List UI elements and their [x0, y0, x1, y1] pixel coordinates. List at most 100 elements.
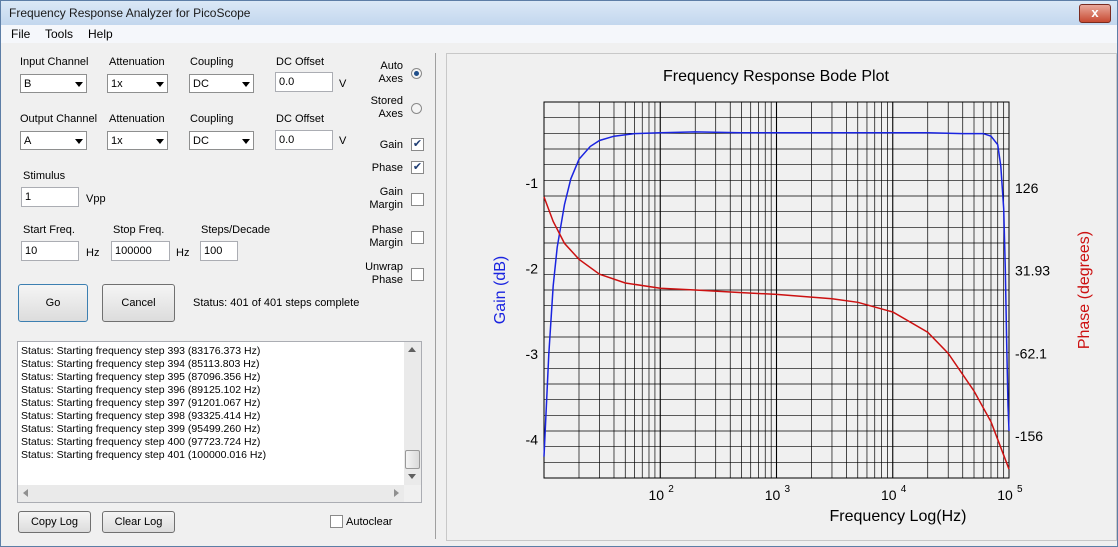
output-offset-label: DC Offset — [276, 113, 325, 125]
start-freq-field[interactable]: 10 — [21, 241, 79, 261]
scroll-left-icon[interactable] — [23, 489, 28, 497]
output-coupling-value: DC — [193, 135, 209, 147]
log-vertical-scrollbar[interactable] — [404, 342, 421, 485]
x-axis-label: Frequency Log(Hz) — [830, 508, 967, 525]
log-line: Status: Starting frequency step 395 (870… — [21, 371, 261, 383]
stimulus-label: Stimulus — [23, 170, 66, 182]
chevron-down-icon — [75, 82, 83, 87]
gain-tick-label: -1 — [526, 175, 539, 191]
phase-margin-label-1: Phase — [371, 224, 403, 236]
phase-checkbox[interactable]: ✔ — [411, 161, 424, 174]
input-offset-field[interactable]: 0.0 — [275, 72, 333, 92]
gain-axis-label: Gain (dB) — [492, 256, 509, 324]
log-line: Status: Starting frequency step 393 (831… — [21, 345, 261, 357]
output-offset-field[interactable]: 0.0 — [275, 130, 333, 150]
scroll-right-icon[interactable] — [394, 489, 399, 497]
menu-bar: File Tools Help — [1, 25, 1117, 43]
gain-margin-label-2: Margin — [369, 199, 403, 211]
input-atten-value: 1x — [111, 78, 123, 90]
gain-tick-label: -2 — [526, 261, 539, 277]
cancel-button[interactable]: Cancel — [102, 284, 175, 322]
status-text: Status: 401 of 401 steps complete — [193, 297, 360, 309]
chart-title: Frequency Response Bode Plot — [663, 68, 889, 85]
auto-axes-label-1: Auto — [380, 60, 403, 72]
copy-log-button[interactable]: Copy Log — [18, 511, 91, 533]
steps-field[interactable]: 100 — [200, 241, 238, 261]
phase-tick-label: -62.1 — [1015, 345, 1047, 361]
output-atten-label: Attenuation — [109, 113, 165, 125]
phase-tick-label: 126 — [1015, 180, 1039, 196]
output-channel-select[interactable]: A — [20, 131, 87, 150]
stop-freq-unit: Hz — [176, 247, 190, 259]
autoclear-checkbox[interactable] — [330, 515, 343, 528]
plot-ticks: -1 -2 -3 -4 126 31.93 -62.1 -156 10 2 10 3 10 4 10 5 — [526, 175, 1051, 503]
input-atten-select[interactable]: 1x — [107, 74, 168, 93]
clear-log-button[interactable]: Clear Log — [102, 511, 175, 533]
unwrap-phase-label-1: Unwrap — [365, 261, 403, 273]
gain-margin-label: Gain Margin — [353, 186, 403, 212]
chevron-down-icon — [242, 139, 250, 144]
chevron-down-icon — [156, 139, 164, 144]
menu-help[interactable]: Help — [88, 27, 113, 41]
input-coupling-label: Coupling — [190, 56, 234, 68]
phase-tick-label: -156 — [1015, 428, 1043, 444]
output-atten-value: 1x — [111, 135, 123, 147]
log-box[interactable]: Status: Starting frequency step 393 (831… — [17, 341, 422, 503]
log-line: Status: Starting frequency step 400 (977… — [21, 436, 261, 448]
log-line: Status: Starting frequency step 399 (954… — [21, 423, 261, 435]
log-line: Status: Starting frequency step 394 (851… — [21, 358, 260, 370]
stimulus-field[interactable]: 1 — [21, 187, 79, 207]
x-tick-label-exponent: 4 — [901, 484, 907, 495]
scroll-up-icon[interactable] — [408, 347, 416, 352]
phase-margin-label-2: Margin — [369, 237, 403, 249]
phase-margin-checkbox[interactable] — [411, 231, 424, 244]
output-channel-value: A — [24, 135, 32, 147]
auto-axes-radio[interactable] — [411, 68, 422, 79]
stored-axes-radio[interactable] — [411, 103, 422, 114]
input-coupling-select[interactable]: DC — [189, 74, 254, 93]
unwrap-phase-checkbox[interactable] — [411, 268, 424, 281]
title-bar: Frequency Response Analyzer for PicoScop… — [1, 1, 1117, 25]
input-coupling-value: DC — [193, 78, 209, 90]
start-freq-label: Start Freq. — [23, 224, 75, 236]
menu-tools[interactable]: Tools — [45, 27, 73, 41]
stop-freq-field[interactable]: 100000 — [111, 241, 170, 261]
panel-splitter[interactable] — [435, 53, 436, 539]
start-freq-unit: Hz — [86, 247, 100, 259]
log-line: Status: Starting frequency step 398 (933… — [21, 410, 261, 422]
scroll-thumb[interactable] — [405, 450, 420, 469]
output-channel-label: Output Channel — [20, 113, 98, 125]
unwrap-phase-label: Unwrap Phase — [353, 261, 403, 287]
gain-tick-label: -3 — [526, 346, 539, 362]
phase-label: Phase — [371, 162, 403, 174]
steps-label: Steps/Decade — [201, 224, 271, 236]
x-tick-label-base: 10 — [765, 487, 781, 503]
window-title: Frequency Response Analyzer for PicoScop… — [9, 6, 251, 20]
stored-axes-label-1: Stored — [370, 95, 403, 107]
output-atten-select[interactable]: 1x — [107, 131, 168, 150]
plot-panel: Frequency Response Bode Plot -1 -2 -3 -4 126… — [446, 53, 1117, 541]
gain-label: Gain — [379, 139, 403, 151]
input-atten-label: Attenuation — [109, 56, 165, 68]
go-button[interactable]: Go — [18, 284, 88, 322]
scroll-down-icon[interactable] — [408, 474, 416, 479]
log-horizontal-scrollbar[interactable] — [18, 485, 404, 502]
plot-grid — [544, 102, 1009, 478]
gain-checkbox[interactable]: ✔ — [411, 138, 424, 151]
gain-margin-checkbox[interactable] — [411, 193, 424, 206]
output-coupling-select[interactable]: DC — [189, 131, 254, 150]
close-button[interactable]: x — [1079, 4, 1111, 23]
gain-margin-label-1: Gain — [379, 186, 403, 198]
input-channel-select[interactable]: B — [20, 74, 87, 93]
unwrap-phase-label-2: Phase — [371, 274, 403, 286]
log-line: Status: Starting frequency step 396 (891… — [21, 384, 261, 396]
gain-tick-label: -4 — [526, 432, 539, 448]
input-offset-unit: V — [339, 78, 347, 90]
chevron-down-icon — [156, 82, 164, 87]
input-channel-label: Input Channel — [20, 56, 89, 68]
stored-axes-label: Stored Axes — [353, 95, 403, 121]
output-coupling-label: Coupling — [190, 113, 234, 125]
menu-file[interactable]: File — [11, 27, 30, 41]
output-offset-unit: V — [339, 135, 347, 147]
phase-axis-label: Phase (degrees) — [1076, 231, 1093, 349]
